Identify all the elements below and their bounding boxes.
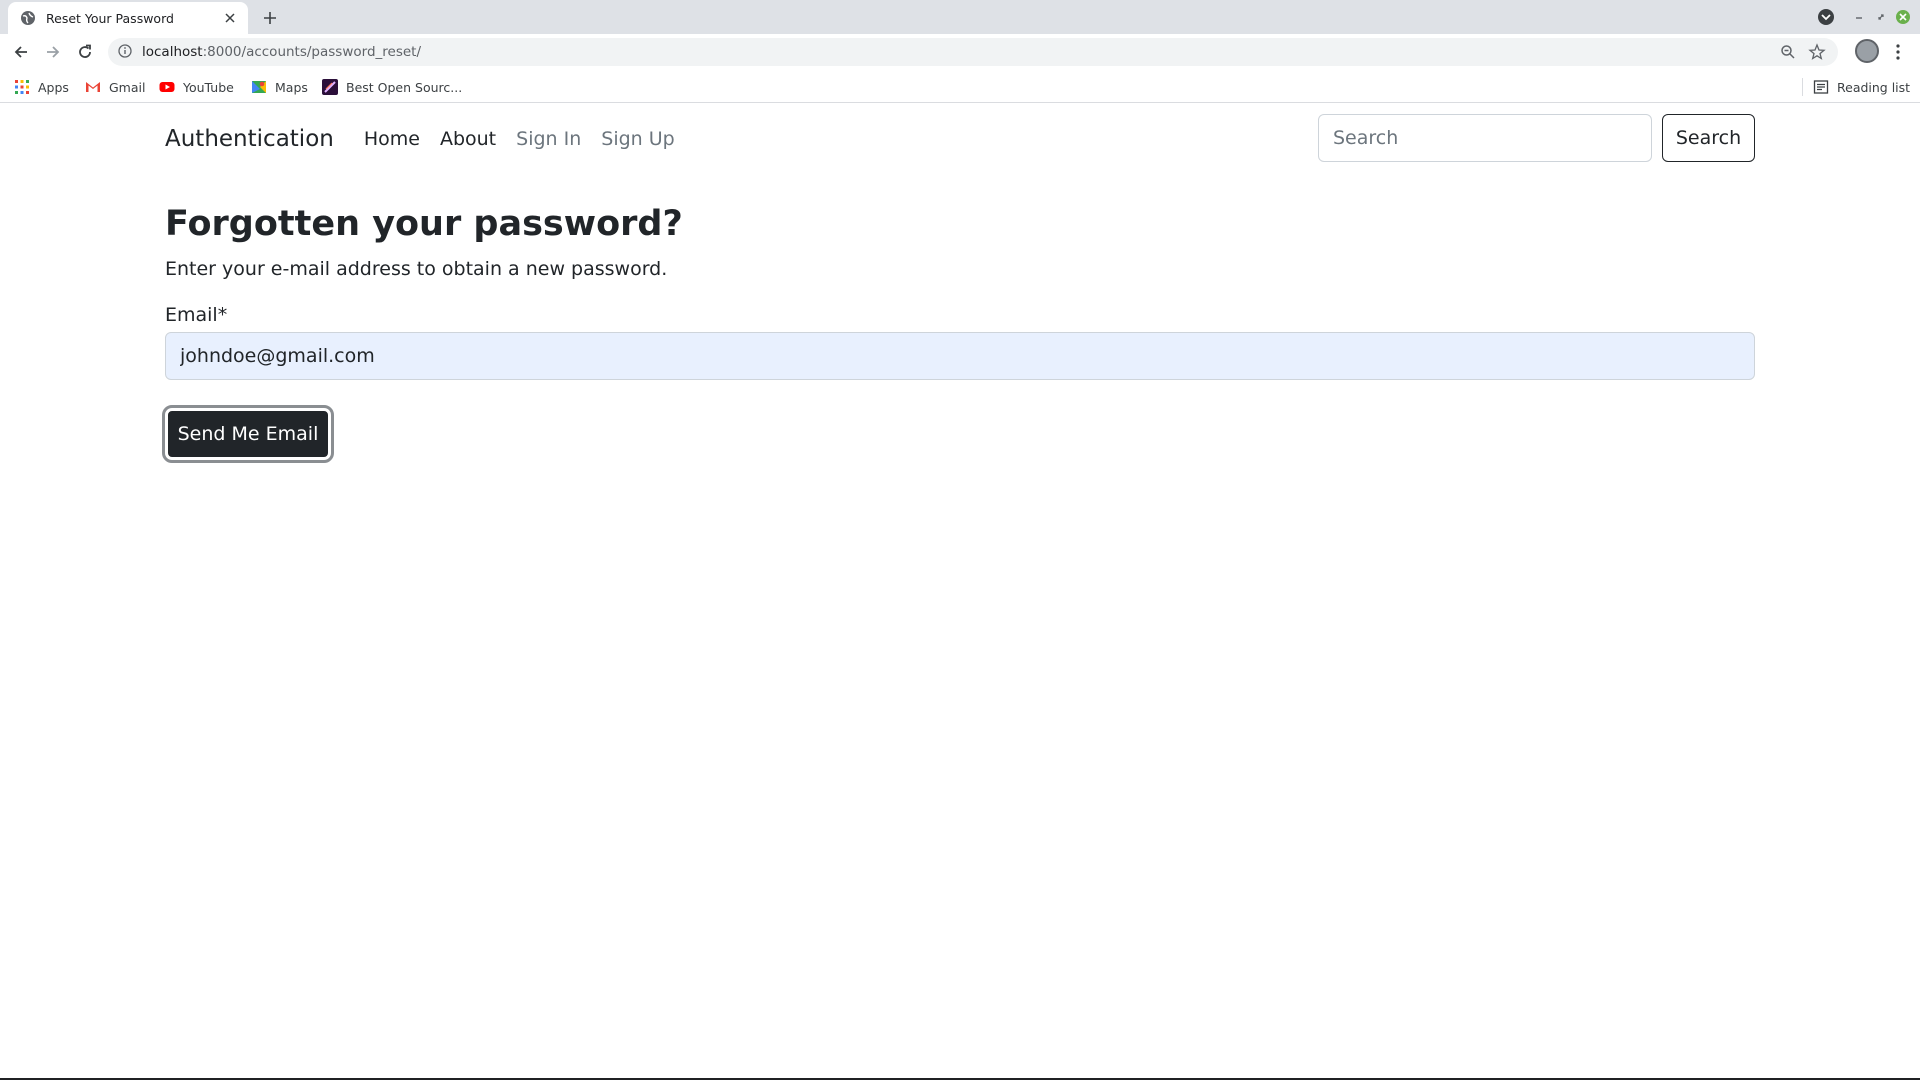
bookmark-label: YouTube: [183, 79, 234, 95]
email-label: Email*: [165, 304, 228, 326]
youtube-icon: [159, 79, 175, 95]
reading-list-label: Reading list: [1837, 79, 1911, 95]
tab-search-icon[interactable]: [1816, 7, 1836, 27]
url-host: localhost: [142, 44, 203, 60]
profile-avatar[interactable]: [1855, 39, 1879, 63]
navbar-brand[interactable]: Authentication: [165, 126, 334, 152]
gmail-icon: [85, 79, 101, 95]
web-page: Authentication Home About Sign In Sign U…: [0, 104, 1920, 1080]
bookmark-site-icon: [322, 79, 338, 95]
close-icon[interactable]: [222, 10, 238, 26]
nav-link-sign-up[interactable]: Sign Up: [601, 128, 674, 150]
globe-icon: [20, 10, 36, 26]
browser-toolbar: localhost:8000/accounts/password_reset/: [0, 34, 1920, 70]
search-input[interactable]: [1318, 114, 1652, 162]
reload-icon[interactable]: [72, 39, 98, 65]
url-text: localhost:8000/accounts/password_reset/: [142, 44, 421, 60]
maps-icon: [251, 79, 267, 95]
password-reset-form: Forgotten your password? Enter your e-ma…: [162, 204, 1755, 463]
restore-icon[interactable]: [1872, 8, 1890, 26]
bookmarks-bar: Apps Gmail YouTube Maps Best Open Sourc.…: [0, 70, 1920, 103]
send-email-button[interactable]: Send Me Email: [162, 405, 334, 463]
bookmark-label: Apps: [38, 79, 69, 95]
close-window-icon[interactable]: [1894, 8, 1912, 26]
nav-link-home[interactable]: Home: [364, 128, 420, 150]
browser-tab[interactable]: Reset Your Password: [8, 2, 248, 34]
minimize-icon[interactable]: [1850, 8, 1868, 26]
address-bar[interactable]: localhost:8000/accounts/password_reset/: [108, 38, 1838, 66]
page-subtitle: Enter your e-mail address to obtain a ne…: [165, 258, 668, 280]
browser-tab-strip: Reset Your Password: [0, 0, 1920, 34]
bookmark-label: Best Open Sourc...: [346, 79, 463, 95]
bookmark-star-icon[interactable]: [1808, 43, 1826, 61]
url-path: :8000/accounts/password_reset/: [202, 44, 422, 60]
bookmark-label: Gmail: [109, 79, 146, 95]
nav-link-sign-in[interactable]: Sign In: [516, 128, 581, 150]
site-navbar: Authentication Home About Sign In Sign U…: [165, 114, 1755, 164]
page-title: Forgotten your password?: [165, 204, 683, 244]
bookmark-maps[interactable]: Maps: [251, 77, 308, 97]
nav-link-about[interactable]: About: [440, 128, 496, 150]
new-tab-button[interactable]: [258, 6, 282, 30]
bookmark-label: Maps: [275, 79, 308, 95]
email-field[interactable]: [165, 332, 1755, 380]
search-button[interactable]: Search: [1662, 114, 1755, 162]
bookmark-best-open-source[interactable]: Best Open Sourc...: [322, 77, 462, 97]
reading-list-icon: [1813, 79, 1829, 95]
menu-kebab-icon[interactable]: [1886, 40, 1910, 64]
tab-title: Reset Your Password: [46, 10, 174, 26]
bookmark-gmail[interactable]: Gmail: [85, 77, 145, 97]
forward-arrow-icon[interactable]: [40, 39, 66, 65]
reading-list[interactable]: Reading list: [1813, 77, 1910, 97]
bookmark-apps[interactable]: Apps: [14, 77, 69, 97]
back-arrow-icon[interactable]: [8, 39, 34, 65]
bookmarks-divider: [1802, 78, 1803, 96]
zoom-icon[interactable]: [1780, 44, 1796, 60]
bookmark-youtube[interactable]: YouTube: [159, 77, 234, 97]
apps-grid-icon: [14, 79, 30, 95]
site-info-icon[interactable]: [118, 44, 134, 60]
